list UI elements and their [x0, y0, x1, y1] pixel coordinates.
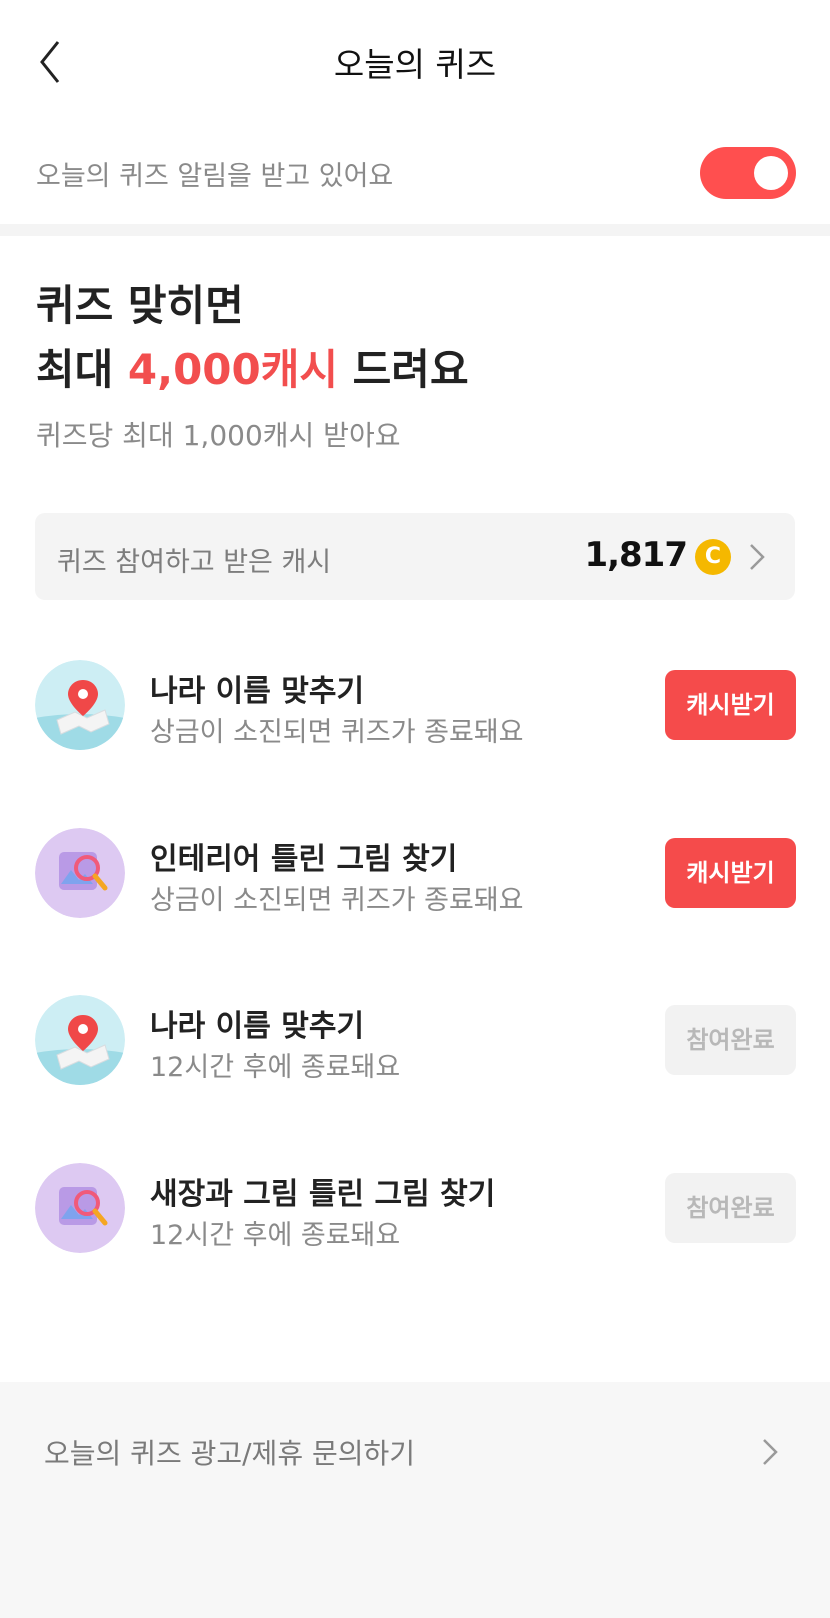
hero-suffix: 드려요	[338, 345, 469, 394]
participation-complete-button[interactable]: 참여완료	[665, 1005, 796, 1075]
hero-accent-amount: 4,000캐시	[127, 345, 339, 394]
map-pin-icon	[35, 995, 125, 1085]
quiz-title: 새장과 그림 틀린 그림 찾기	[150, 1177, 496, 1212]
ad-partnership-inquiry-link[interactable]: 오늘의 퀴즈 광고/제휴 문의하기	[44, 1432, 415, 1472]
notification-toggle[interactable]	[700, 147, 796, 199]
get-cash-button[interactable]: 캐시받기	[665, 838, 796, 908]
section-divider	[0, 224, 830, 236]
toggle-knob	[754, 156, 788, 190]
quiz-subtitle: 상금이 소진되면 퀴즈가 종료돼요	[150, 885, 524, 916]
earned-cash-label: 퀴즈 참여하고 받은 캐시	[57, 547, 332, 578]
magnifier-picture-icon	[35, 1163, 125, 1253]
participation-complete-button[interactable]: 참여완료	[665, 1173, 796, 1243]
quiz-title: 인테리어 틀린 그림 찾기	[150, 842, 458, 877]
quiz-item: 나라 이름 맞추기 상금이 소진되면 퀴즈가 종료돼요 캐시받기	[0, 660, 830, 780]
footer: 오늘의 퀴즈 광고/제휴 문의하기	[0, 1382, 830, 1618]
chevron-right-icon	[763, 1439, 778, 1465]
magnifier-picture-icon	[35, 828, 125, 918]
earned-cash-summary[interactable]: 퀴즈 참여하고 받은 캐시 1,817 C	[35, 513, 795, 600]
earned-cash-value: 1,817	[584, 535, 688, 575]
app-header: 오늘의 퀴즈	[0, 0, 830, 120]
quiz-subtitle: 12시간 후에 종료돼요	[150, 1220, 401, 1251]
quiz-title: 나라 이름 맞추기	[150, 1009, 365, 1044]
get-cash-button[interactable]: 캐시받기	[665, 670, 796, 740]
hero-heading-line2: 최대 4,000캐시 드려요	[36, 336, 469, 397]
quiz-item: 새장과 그림 틀린 그림 찾기 12시간 후에 종료돼요 참여완료	[0, 1163, 830, 1283]
quiz-item: 인테리어 틀린 그림 찾기 상금이 소진되면 퀴즈가 종료돼요 캐시받기	[0, 828, 830, 948]
page-title: 오늘의 퀴즈	[333, 45, 497, 84]
map-pin-icon	[35, 660, 125, 750]
quiz-subtitle: 상금이 소진되면 퀴즈가 종료돼요	[150, 717, 524, 748]
chevron-right-icon	[750, 544, 765, 570]
coin-icon: C	[695, 539, 731, 575]
quiz-title: 나라 이름 맞추기	[150, 674, 365, 709]
hero-heading-line1: 퀴즈 맞히면	[36, 281, 244, 330]
quiz-subtitle: 12시간 후에 종료돼요	[150, 1052, 401, 1083]
notification-label: 오늘의 퀴즈 알림을 받고 있어요	[36, 161, 394, 192]
hero-subtitle: 퀴즈당 최대 1,000캐시 받아요	[36, 419, 401, 452]
quiz-item: 나라 이름 맞추기 12시간 후에 종료돼요 참여완료	[0, 995, 830, 1115]
hero-prefix: 최대	[36, 345, 128, 394]
